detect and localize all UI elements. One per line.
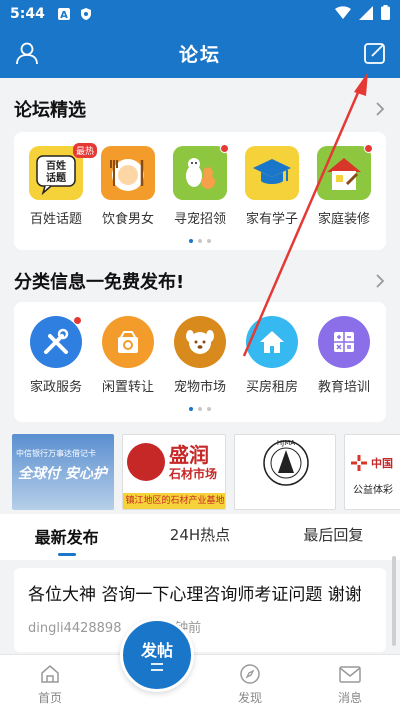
nav-messages[interactable]: 消息 <box>300 655 400 711</box>
pager-dots <box>14 407 386 411</box>
nav-label: 首页 <box>37 691 62 705</box>
classified-label: 教育培训 <box>317 380 370 395</box>
notification-dot <box>73 316 82 325</box>
pager-dots <box>14 239 386 243</box>
banner-text: 中国 <box>371 457 393 470</box>
home-nav-icon <box>41 665 59 683</box>
signal-icon <box>359 5 373 24</box>
banner-shengrun[interactable]: 盛润 石材市场 镇江地区的石材产业基地 <box>122 434 226 510</box>
mail-icon <box>339 666 361 683</box>
scrollbar[interactable] <box>392 556 396 646</box>
classifieds-section-header[interactable]: 分类信息一免费发布! <box>14 268 386 294</box>
nav-discover[interactable]: 发现 <box>200 655 300 711</box>
featured-item-pets[interactable]: 寻宠招领 <box>166 144 234 227</box>
topics-icon: 百姓 话题 最热 <box>29 143 97 200</box>
banner-text: 石材市场 <box>169 467 218 481</box>
featured-item-students[interactable]: 家有学子 <box>238 146 306 227</box>
post-item[interactable]: 各位大神 咨询一下心理咨询师考证问题 谢谢 dingli4428898 14分钟… <box>14 568 386 652</box>
post-author: dingli4428898 <box>28 621 122 636</box>
banner-text: 镇江地区的石材产业基地 <box>123 493 225 509</box>
featured-title: 论坛精选 <box>14 100 86 121</box>
dining-icon <box>101 146 155 200</box>
dog-face-icon <box>174 316 226 368</box>
featured-label: 家有学子 <box>245 212 298 227</box>
pet-icon <box>173 144 229 200</box>
hot-badge: 最热 <box>72 143 97 158</box>
banner-text: 全球付 安心护 <box>18 466 107 482</box>
banner-hjma[interactable]: HJMA <box>234 434 336 510</box>
house-decoration-icon <box>317 144 373 200</box>
banner-carousel[interactable]: 中信银行万事达借记卡 全球付 安心护 盛润 石材市场 镇江地区的石材产业基地 H… <box>0 432 400 512</box>
featured-label: 寻宠招领 <box>173 212 226 227</box>
page-title: 论坛 <box>178 43 221 66</box>
home-icon <box>246 316 298 368</box>
profile-button[interactable] <box>14 40 40 66</box>
svg-text:A: A <box>60 10 68 21</box>
classified-label: 家政服务 <box>29 380 82 395</box>
banner-text: 盛润 <box>169 443 209 467</box>
featured-item-topics[interactable]: 百姓 话题 最热 百姓话题 <box>22 143 97 227</box>
lottery-logo-icon <box>351 455 367 471</box>
notification-dot <box>220 144 229 153</box>
classified-item-secondhand[interactable]: 闲置转让 <box>94 316 162 395</box>
notification-dot <box>364 144 373 153</box>
tools-icon <box>30 316 82 368</box>
classified-item-education[interactable]: 教育培训 <box>310 316 378 395</box>
wifi-icon <box>335 5 351 24</box>
calculator-icon <box>318 316 370 368</box>
banner-text: 中信银行万事达借记卡 <box>16 449 96 458</box>
status-bar: 5:44 A <box>0 0 400 28</box>
featured-label: 饮食男女 <box>101 212 154 227</box>
graduation-cap-icon <box>245 146 299 200</box>
new-post-label: 发帖 <box>140 641 173 660</box>
nav-label: 发现 <box>237 691 262 705</box>
nav-label: 消息 <box>337 691 362 705</box>
nav-home[interactable]: 首页 <box>0 655 100 711</box>
shield-notification-icon <box>79 7 93 21</box>
classified-label: 买房租房 <box>245 380 298 395</box>
compass-icon <box>240 664 260 684</box>
classified-item-housekeeping[interactable]: 家政服务 <box>22 316 90 395</box>
user-icon <box>16 42 38 65</box>
feed-tabs: 最新发布 24H热点 最后回复 <box>0 514 400 560</box>
banner-text: HJMA <box>276 439 296 447</box>
svg-text:话题: 话题 <box>46 171 67 184</box>
app-header: 论坛 <box>0 28 400 78</box>
classified-item-housing[interactable]: 买房租房 <box>238 316 306 395</box>
classified-item-pet-market[interactable]: 宠物市场 <box>166 316 234 395</box>
compose-button[interactable] <box>362 40 388 66</box>
banner-lottery[interactable]: 中国 公益体彩 <box>344 434 400 510</box>
shengrun-logo <box>127 443 165 481</box>
recycle-box-icon <box>102 316 154 368</box>
classified-label: 闲置转让 <box>101 380 154 395</box>
featured-item-decoration[interactable]: 家庭装修 <box>310 144 378 227</box>
banner-citic-card[interactable]: 中信银行万事达借记卡 全球付 安心护 <box>12 434 114 510</box>
svg-text:百姓: 百姓 <box>46 159 66 172</box>
chevron-right-icon[interactable] <box>374 101 386 117</box>
featured-section-header[interactable]: 论坛精选 <box>14 96 386 122</box>
classifieds-card: 家政服务 闲置转让 宠物市场 买房租房 教育培训 <box>14 302 386 422</box>
edit-icon <box>364 43 385 64</box>
classified-label: 宠物市场 <box>173 380 226 395</box>
tab-latest[interactable]: 最新发布 <box>0 514 133 560</box>
battery-icon <box>381 4 390 24</box>
menu-lines-icon <box>151 663 163 671</box>
post-title: 各位大神 咨询一下心理咨询师考证问题 谢谢 <box>28 585 362 605</box>
chevron-right-icon[interactable] <box>374 273 386 289</box>
tab-24h-hot[interactable]: 24H热点 <box>133 514 266 560</box>
classifieds-title: 分类信息一免费发布! <box>14 272 185 293</box>
new-post-button[interactable]: 发帖 <box>120 618 194 692</box>
featured-label: 百姓话题 <box>29 212 82 227</box>
featured-label: 家庭装修 <box>317 212 370 227</box>
tab-last-reply[interactable]: 最后回复 <box>267 514 400 560</box>
notification-a-icon: A <box>57 7 71 21</box>
banner-text: 公益体彩 <box>353 485 393 496</box>
featured-item-food[interactable]: 饮食男女 <box>94 146 162 227</box>
post-meta: dingli4428898 14分钟前 <box>28 617 372 636</box>
featured-card: 百姓 话题 最热 百姓话题 饮食男女 寻宠招领 家有学子 家庭装修 <box>14 132 386 250</box>
status-time: 5:44 <box>10 6 45 22</box>
bottom-navigation: 首页 发现 消息 <box>0 654 400 711</box>
